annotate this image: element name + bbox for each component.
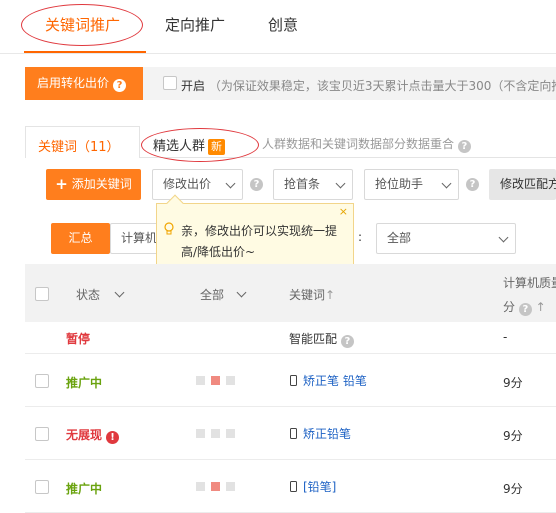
quality-score: 9分 (503, 376, 523, 390)
status-header-label: 状态 (76, 288, 101, 302)
conversion-note-text: （为保证效果稳定，该宝贝近3天累计点击量大于300（不含定向推 (208, 79, 556, 93)
smart-match-label: 智能匹配 ? (289, 330, 354, 348)
row-checkbox[interactable] (35, 427, 49, 441)
status-promoting: 推广中 (66, 376, 103, 390)
rank-indicator-square (226, 376, 235, 385)
rank-indicator-square (226, 429, 235, 438)
sort-arrow-icon: ↑ (325, 288, 336, 302)
quality-score-header-line1: 计算机质量 (503, 276, 556, 290)
bid-helper-label: 抢位助手 (375, 177, 424, 191)
status-no-impression: 无展现! (66, 426, 120, 444)
tooltip-text: 亲，修改出价可以实现统一提高/降低出价~ (181, 224, 338, 259)
tab-targeted-promotion[interactable]: 定向推广 (165, 14, 225, 35)
rank-indicator-square (226, 482, 235, 491)
help-icon[interactable]: ? (113, 79, 127, 92)
chevron-down-icon (114, 287, 125, 298)
lightbulb-icon (164, 222, 174, 235)
help-icon[interactable]: ? (340, 335, 354, 348)
all-column-filter[interactable]: 全部 (200, 286, 247, 303)
chevron-down-icon (225, 178, 236, 189)
row-checkbox[interactable] (35, 480, 49, 494)
help-icon[interactable]: ? (518, 303, 532, 316)
add-keyword-label: 添加关键词 (71, 177, 132, 191)
keyword-link[interactable]: 矫正笔 铅笔 (290, 372, 367, 389)
rank-indicator-square (196, 482, 205, 491)
conversion-toggle-label: 开启 (181, 79, 206, 93)
filter-colon: : (358, 230, 363, 244)
annotation-circle (21, 4, 143, 46)
help-icon[interactable]: ? (250, 178, 263, 191)
all-header-label: 全部 (200, 288, 225, 302)
mobile-icon (290, 481, 297, 492)
keyword-text: [铅笔] (303, 480, 337, 494)
summary-button[interactable]: 汇总 (51, 223, 110, 254)
tab-keywords[interactable]: 关键词（11） (38, 136, 120, 155)
crowd-note-text: 人群数据和关键词数据部分数据重合 (262, 137, 455, 151)
help-icon[interactable]: ? (466, 178, 479, 191)
status-paused: 暂停 (66, 332, 91, 346)
modify-match-button[interactable]: 修改匹配方 (489, 169, 556, 200)
status-no-impression-text: 无展现 (66, 428, 103, 442)
quality-score: 9分 (503, 482, 523, 496)
chevron-down-icon (335, 178, 346, 189)
row-checkbox[interactable] (35, 374, 49, 388)
chevron-down-icon (498, 232, 509, 243)
close-icon[interactable]: × (339, 205, 348, 218)
quality-score-header-line2[interactable]: 分 ? ↑ (503, 298, 546, 316)
mobile-icon (290, 375, 297, 386)
quality-score: 9分 (503, 429, 523, 443)
quality-score: - (503, 330, 508, 344)
filter-all-label: 全部 (387, 231, 412, 245)
grab-top-label: 抢首条 (284, 177, 321, 191)
modify-bid-label: 修改出价 (163, 177, 212, 191)
tab-creative[interactable]: 创意 (268, 14, 298, 35)
error-info-icon[interactable]: ! (106, 431, 120, 444)
device-label: 计算机 (121, 231, 158, 245)
status-promoting: 推广中 (66, 482, 103, 496)
rank-indicator-square (196, 429, 205, 438)
bid-helper-dropdown[interactable]: 抢位助手 (364, 169, 459, 200)
row-divider (25, 459, 556, 460)
help-icon[interactable]: ? (457, 140, 471, 153)
filter-all-dropdown[interactable]: 全部 (376, 223, 516, 254)
keyword-link[interactable]: [铅笔] (290, 478, 336, 495)
select-all-checkbox[interactable] (35, 287, 49, 301)
keyword-text: 矫正笔 铅笔 (303, 374, 367, 388)
annotation-circle (141, 128, 259, 162)
enable-conversion-bid-label: 启用转化出价 (37, 76, 110, 90)
crowd-note: 人群数据和关键词数据部分数据重合 ? (262, 135, 471, 153)
keyword-link[interactable]: 矫正铅笔 (290, 425, 351, 442)
status-column-filter[interactable]: 状态 (76, 286, 125, 303)
row-divider (25, 406, 556, 407)
rank-indicator-square (211, 376, 220, 385)
keyword-column-header[interactable]: 关键词↑ (289, 286, 335, 303)
chevron-down-icon (441, 178, 452, 189)
sort-arrow-icon: ↑ (535, 300, 546, 314)
keyword-text: 矫正铅笔 (303, 427, 352, 441)
add-keyword-button[interactable]: + 添加关键词 (46, 169, 141, 200)
enable-conversion-bid-button[interactable]: 启用转化出价? (25, 67, 143, 100)
modify-bid-dropdown[interactable]: 修改出价 (152, 169, 243, 200)
conversion-enable-checkbox[interactable] (163, 76, 177, 90)
summary-label: 汇总 (68, 231, 93, 245)
smart-match-text: 智能匹配 (289, 332, 338, 346)
rank-indicator-square (211, 482, 220, 491)
modify-match-label: 修改匹配方 (500, 177, 556, 191)
rank-indicator-square (211, 429, 220, 438)
row-divider (25, 353, 556, 354)
conversion-note: 开启 （为保证效果稳定，该宝贝近3天累计点击量大于300（不含定向推 (181, 77, 556, 94)
mobile-icon (290, 428, 297, 439)
chevron-down-icon (236, 287, 247, 298)
grab-top-dropdown[interactable]: 抢首条 (273, 169, 353, 200)
top-tabs-divider (0, 53, 556, 54)
keyword-header-label: 关键词 (289, 288, 326, 302)
rank-indicator-square (196, 376, 205, 385)
quality-score-header-label: 分 (503, 300, 516, 314)
device-dropdown[interactable]: 计算机 (110, 223, 158, 254)
modify-bid-tooltip: × 亲，修改出价可以实现统一提高/降低出价~ (156, 194, 354, 271)
plus-icon: + (55, 175, 68, 193)
